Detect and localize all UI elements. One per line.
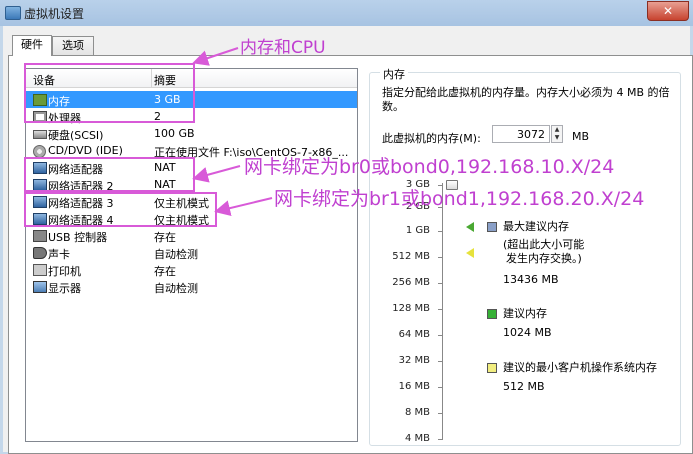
arrow-nic-1-2 [192, 165, 241, 183]
annotation-arrows [192, 47, 273, 216]
arrow-nic-3-4 [214, 197, 273, 216]
tab-hardware[interactable]: 硬件 [12, 35, 52, 56]
annotation-nic-3-4: 网卡绑定为br1或bond1,192.168.20.X/24 [274, 188, 645, 210]
annotation-mem-cpu: 内存和CPU [240, 38, 326, 58]
arrow-mem-cpu [192, 47, 239, 66]
annotation-nic-1-2: 网卡绑定为br0或bond0,192.168.10.X/24 [244, 156, 615, 178]
